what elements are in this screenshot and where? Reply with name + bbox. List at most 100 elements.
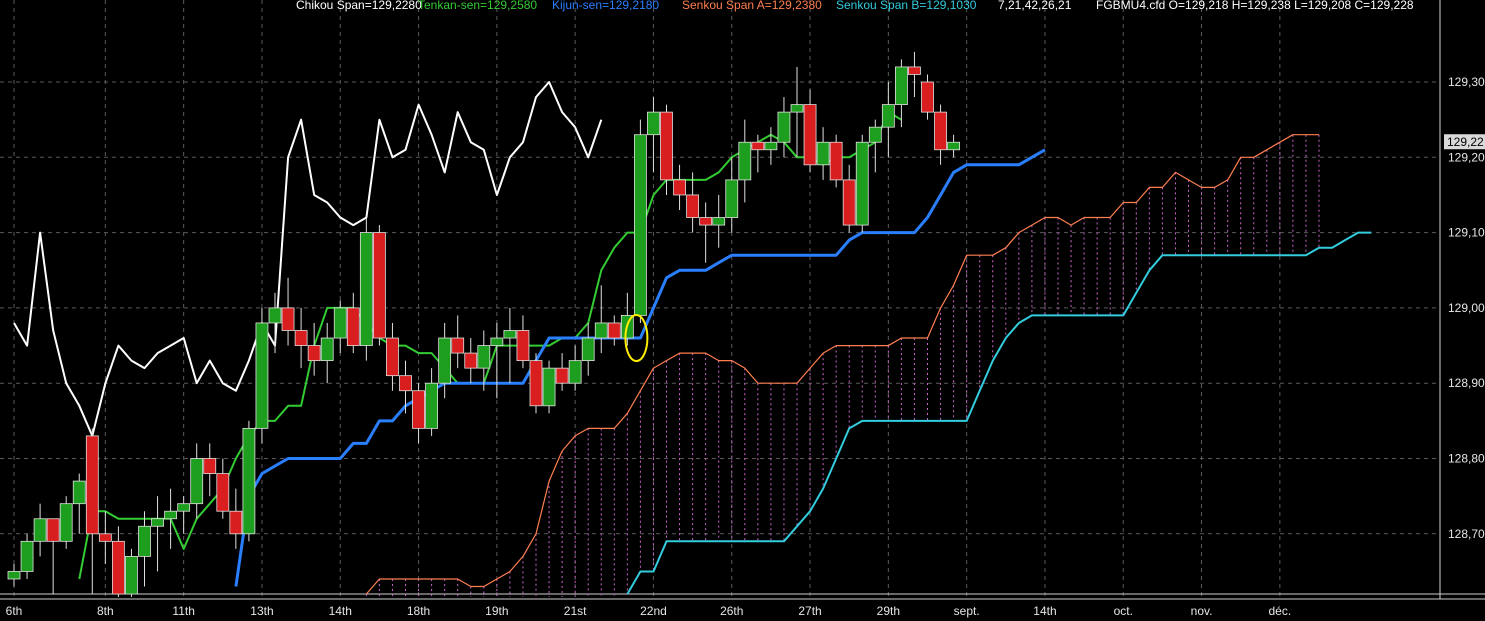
candle-body — [686, 194, 699, 218]
x-tick-label: 19th — [485, 604, 508, 618]
candle-body — [490, 337, 504, 346]
legend-kijun: Kijun-sen=129,2180 — [552, 0, 659, 12]
x-tick-label: 6th — [6, 604, 23, 618]
candle — [359, 217, 373, 361]
y-tick-label: 128,90 — [1448, 376, 1485, 390]
candle-body — [647, 111, 660, 136]
candle-body — [125, 555, 138, 595]
legend-senkou-b: Senkou Span B=129,1030 — [836, 0, 977, 12]
candle-body — [438, 337, 452, 384]
candle-body — [242, 427, 256, 535]
candle-body — [451, 337, 465, 354]
candle-body — [464, 352, 478, 369]
candle-body — [425, 382, 439, 429]
candle-body — [699, 217, 713, 226]
x-tick-label: 27th — [798, 604, 821, 618]
x-tick-label: 14th — [1033, 604, 1056, 618]
x-tick-label: 22nd — [640, 604, 667, 618]
candle-body — [895, 66, 908, 105]
candle — [125, 548, 138, 597]
candle-body — [412, 390, 425, 429]
last-price-label: 129,22 — [1447, 135, 1484, 149]
candle-body — [529, 360, 543, 407]
candle-body — [803, 104, 817, 166]
candle-body — [386, 337, 399, 377]
candle-body — [516, 330, 530, 362]
candle-body — [777, 111, 791, 143]
y-tick-label: 128,80 — [1448, 452, 1485, 466]
x-tick-label: 8th — [97, 604, 114, 618]
candle — [242, 420, 256, 542]
x-tick-label: 13th — [250, 604, 273, 618]
candle-body — [934, 111, 947, 151]
candle-body — [255, 322, 269, 429]
chart-background — [0, 0, 1485, 621]
candle-body — [581, 337, 595, 362]
candle-body — [568, 360, 582, 384]
candle-body — [346, 307, 360, 346]
candle-body — [477, 345, 491, 369]
x-tick-label: déc. — [1269, 604, 1292, 618]
x-tick-label: 14th — [329, 604, 352, 618]
legend-chikou: Chikou Span=129,2280 — [296, 0, 422, 12]
candle-body — [112, 540, 125, 595]
candle-body — [268, 307, 282, 324]
candle-body — [333, 307, 347, 339]
candle-body — [372, 232, 386, 339]
x-tick-label: oct. — [1114, 604, 1133, 618]
candle-body — [229, 510, 243, 535]
candle-body — [203, 458, 217, 474]
candle-body — [908, 66, 921, 75]
candle-body — [98, 533, 112, 542]
candle-body — [320, 337, 334, 362]
x-tick-label: sept. — [954, 604, 980, 618]
candle-body — [725, 179, 739, 218]
candle-body — [751, 141, 765, 151]
candle-body — [790, 104, 804, 113]
candle-body — [503, 330, 517, 339]
candle-body — [20, 540, 34, 572]
candle-body — [33, 518, 47, 542]
candle-body — [555, 367, 569, 384]
x-tick-label: 11th — [172, 604, 194, 618]
candle-body — [294, 330, 308, 346]
y-tick-label: 129,10 — [1448, 226, 1485, 240]
ichimoku-chart: 129,30 129,20 129,10 129,00 128,90 128,80 128,… — [0, 0, 1485, 621]
candle-body — [281, 307, 295, 331]
candle-body — [46, 518, 60, 542]
candle — [829, 134, 843, 188]
candle-body — [138, 525, 151, 557]
candle-body — [72, 480, 86, 505]
candle-body — [359, 232, 373, 346]
legend-tenkan: Tenkan-sen=129,2580 — [418, 0, 537, 12]
candle-body — [673, 179, 686, 196]
legend-ohlc: FGBMU4.cfd O=129,218 H=129,238 L=129,208… — [1096, 0, 1414, 12]
candle-body — [855, 141, 869, 226]
candle-body — [829, 141, 843, 181]
candle-body — [881, 104, 895, 128]
candle-body — [594, 322, 608, 339]
candle — [542, 360, 556, 414]
y-tick-label: 129,20 — [1448, 150, 1485, 164]
candle-body — [660, 111, 673, 181]
candle — [855, 134, 869, 233]
candle-body — [947, 141, 960, 151]
candle-body — [542, 367, 556, 407]
candle-body — [921, 81, 934, 113]
candle-body — [307, 345, 321, 362]
candle-body — [842, 179, 856, 226]
x-tick-label: 26th — [720, 604, 743, 618]
x-tick-label: 21st — [564, 604, 587, 618]
candle-body — [151, 518, 164, 527]
y-tick-label: 128,70 — [1448, 527, 1485, 541]
x-tick-label: 29th — [877, 604, 900, 618]
legend-senkou-a: Senkou Span A=129,2380 — [682, 0, 822, 12]
candle-body — [177, 503, 191, 512]
x-tick-label: nov. — [1191, 604, 1213, 618]
candle-body — [216, 473, 230, 512]
header-legend: Chikou Span=129,2280 Tenkan-sen=129,2580… — [296, 0, 1414, 12]
candle-body — [85, 435, 99, 535]
x-tick-label: 18th — [407, 604, 430, 618]
candle — [255, 307, 269, 444]
candle-body — [7, 571, 21, 580]
